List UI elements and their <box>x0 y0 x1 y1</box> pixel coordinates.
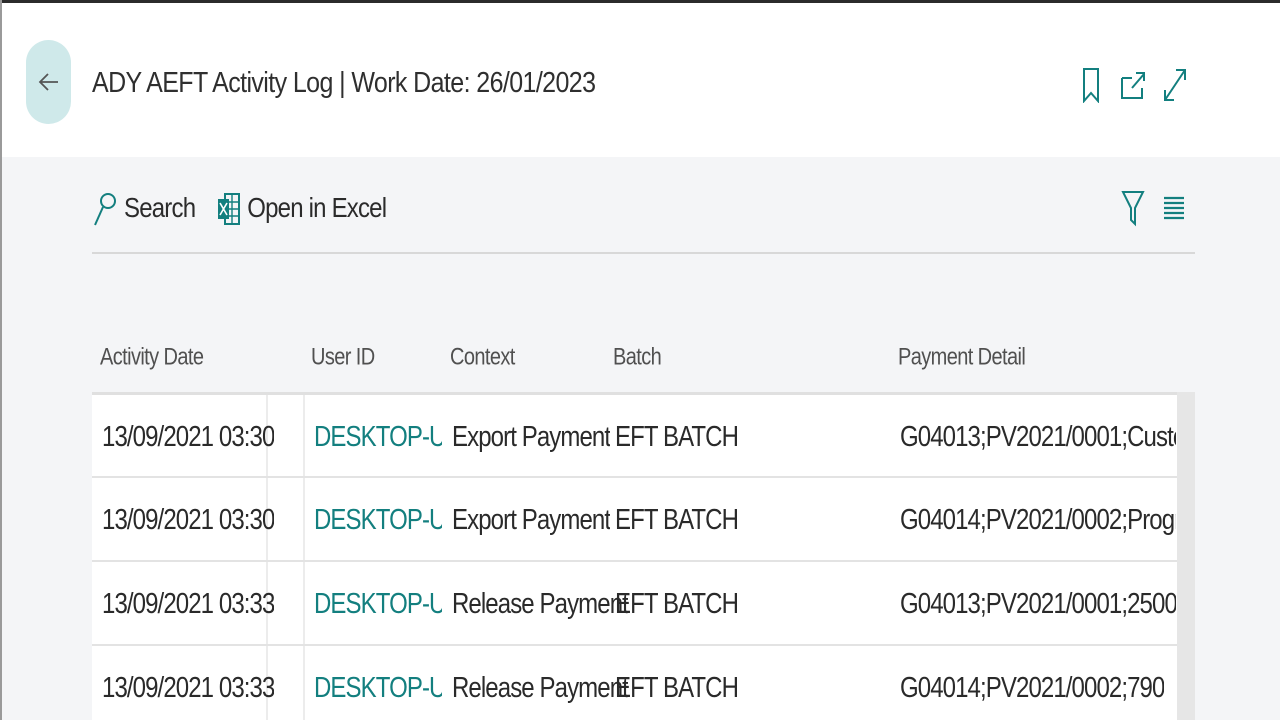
cell-user-id[interactable]: DESKTOP-UU... <box>314 672 442 706</box>
table-row[interactable]: 13/09/2021 03:30 DESKTOP-UU... Export Pa… <box>92 392 1177 479</box>
search-label: Search <box>124 192 196 224</box>
cell-payment-detail: G04014;PV2021/0002;790 <box>900 672 1165 705</box>
search-button[interactable]: Search <box>92 189 196 229</box>
cell-batch: EFT BATCH <box>615 588 739 621</box>
column-header-context[interactable]: Context <box>450 344 515 372</box>
filter-icon <box>1121 191 1145 227</box>
cell-context: Export Payment <box>452 421 611 454</box>
grid-body: 13/09/2021 03:30 DESKTOP-UU... Export Pa… <box>92 392 1195 720</box>
list-view-button[interactable] <box>1163 188 1185 233</box>
bookmark-button[interactable] <box>1078 65 1104 105</box>
cell-batch: EFT BATCH <box>615 504 739 537</box>
cell-activity-date: 13/09/2021 03:30 <box>102 421 275 454</box>
table-row[interactable]: 13/09/2021 03:33 DESKTOP-UU... Release P… <box>92 560 1177 646</box>
column-header-payment-detail[interactable]: Payment Detail <box>898 344 1026 372</box>
page-title: ADY AEFT Activity Log | Work Date: 26/01… <box>92 66 596 100</box>
cell-activity-date: 13/09/2021 03:33 <box>102 588 275 621</box>
cell-activity-date: 13/09/2021 03:33 <box>102 672 275 705</box>
open-new-window-icon <box>1121 72 1145 99</box>
column-separator <box>303 562 305 646</box>
activity-log-grid: Activity Date User ID Context Batch Paym… <box>92 330 1195 720</box>
action-bar-right <box>1121 188 1185 233</box>
open-in-excel-button[interactable]: Open in Excel <box>217 191 387 227</box>
column-separator <box>303 478 305 562</box>
cell-context: Export Payment <box>452 504 611 537</box>
excel-icon <box>218 193 241 225</box>
cell-batch: EFT BATCH <box>615 421 739 454</box>
filter-button[interactable] <box>1121 188 1145 233</box>
page-header: ADY AEFT Activity Log | Work Date: 26/01… <box>2 3 1280 157</box>
open-new-window-button[interactable] <box>1120 65 1146 105</box>
expand-icon <box>1164 69 1186 101</box>
table-row[interactable]: 13/09/2021 03:30 DESKTOP-UU... Export Pa… <box>92 476 1177 562</box>
cell-context: Release Payment <box>452 672 628 705</box>
cell-payment-detail: G04013;PV2021/0001;Custom ... <box>900 421 1176 454</box>
column-separator <box>303 646 305 720</box>
expand-button[interactable] <box>1162 65 1188 105</box>
cell-payment-detail: G04014;PV2021/0002;Progressi... <box>900 504 1176 537</box>
cell-batch: EFT BATCH <box>615 672 739 705</box>
action-bar-divider <box>92 252 1195 254</box>
column-header-user-id[interactable]: User ID <box>311 344 375 372</box>
search-icon <box>94 193 116 226</box>
cell-context: Release Payment <box>452 588 628 621</box>
back-arrow-icon <box>38 73 58 91</box>
bookmark-icon <box>1083 68 1099 103</box>
cell-payment-detail: G04013;PV2021/0001;2500 <box>900 588 1176 621</box>
cell-activity-date: 13/09/2021 03:30 <box>102 504 275 537</box>
column-header-batch[interactable]: Batch <box>613 344 662 372</box>
cell-user-id[interactable]: DESKTOP-UU... <box>314 421 442 455</box>
table-row[interactable]: 13/09/2021 03:33 DESKTOP-UU... Release P… <box>92 644 1177 720</box>
header-actions <box>1078 65 1188 105</box>
list-view-icon <box>1164 196 1184 220</box>
column-header-activity-date[interactable]: Activity Date <box>100 344 204 372</box>
excel-label: Open in Excel <box>247 192 387 224</box>
action-bar: Search Open in Excel <box>92 178 1195 240</box>
cell-user-id[interactable]: DESKTOP-UU... <box>314 504 442 538</box>
column-separator <box>303 395 305 479</box>
cell-user-id[interactable]: DESKTOP-UU... <box>314 588 442 622</box>
back-button[interactable] <box>26 40 71 124</box>
grid-header: Activity Date User ID Context Batch Paym… <box>92 330 1195 392</box>
grid-scrollbar[interactable] <box>1177 392 1195 720</box>
